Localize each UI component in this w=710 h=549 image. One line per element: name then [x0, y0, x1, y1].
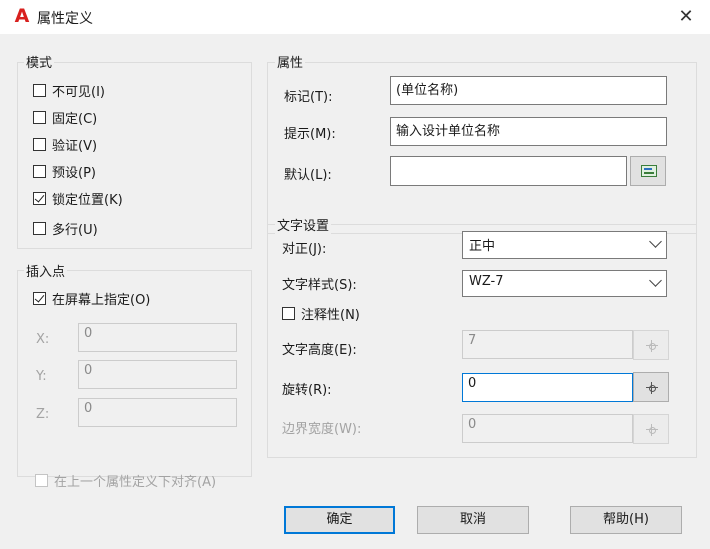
align-below-checkbox[interactable]: 在上一个属性定义下对齐(A)	[35, 470, 216, 490]
boundary-width-label: 边界宽度(W):	[282, 422, 362, 437]
ok-button[interactable]: 确定	[284, 506, 395, 534]
crosshair-pick-icon	[646, 382, 658, 394]
attribute-group-title: 属性	[275, 52, 306, 71]
rotation-label: 旋转(R):	[282, 383, 332, 398]
text-height-input[interactable]: 7	[462, 330, 633, 359]
invisible-checkbox[interactable]: 不可见(I)	[33, 80, 105, 100]
pick-boundary-button[interactable]	[633, 414, 669, 444]
verify-checkbox[interactable]: 验证(V)	[33, 134, 97, 154]
y-label: Y:	[36, 369, 47, 384]
default-label: 默认(L):	[284, 168, 332, 183]
checkbox-box[interactable]	[33, 191, 46, 205]
text-style-value: WZ-7	[469, 274, 504, 289]
checkbox-box[interactable]	[282, 306, 295, 320]
checkbox-box[interactable]	[33, 83, 46, 97]
multiline-label: 多行(U)	[52, 222, 98, 238]
chevron-down-icon	[649, 274, 662, 287]
lock-position-label: 锁定位置(K)	[52, 192, 123, 208]
insert-field-button[interactable]	[630, 156, 666, 186]
text-height-label: 文字高度(E):	[282, 343, 357, 358]
prompt-label: 提示(M):	[284, 127, 336, 142]
close-button[interactable]: ✕	[670, 2, 702, 32]
constant-label: 固定(C)	[52, 111, 98, 127]
checkbox-box[interactable]	[33, 291, 46, 305]
window-title: 属性定义	[37, 11, 93, 27]
default-input[interactable]	[390, 156, 627, 186]
constant-checkbox[interactable]: 固定(C)	[33, 107, 97, 127]
boundary-width-input[interactable]: 0	[462, 414, 633, 443]
tag-label: 标记(T):	[284, 90, 333, 105]
annotative-checkbox[interactable]: 注释性(N)	[282, 303, 360, 323]
justify-select[interactable]: 正中	[462, 231, 667, 259]
insert-field-icon	[641, 165, 657, 177]
checkbox-box[interactable]	[33, 110, 46, 124]
autocad-logo-icon: A	[14, 5, 30, 27]
checkbox-box[interactable]	[35, 473, 48, 487]
help-button[interactable]: 帮助(H)	[570, 506, 682, 534]
lock-position-checkbox[interactable]: 锁定位置(K)	[33, 188, 123, 208]
crosshair-pick-icon	[646, 340, 658, 352]
z-label: Z:	[36, 407, 50, 422]
text-style-label: 文字样式(S):	[282, 278, 357, 293]
pick-height-button[interactable]	[633, 330, 669, 360]
checkbox-box[interactable]	[33, 221, 46, 235]
specify-on-screen-label: 在屏幕上指定(O)	[52, 292, 151, 308]
prompt-input[interactable]: 输入设计单位名称	[390, 117, 667, 146]
x-input[interactable]: 0	[78, 323, 237, 352]
pick-rotation-button[interactable]	[633, 372, 669, 402]
align-below-label: 在上一个属性定义下对齐(A)	[54, 474, 217, 490]
justify-value: 正中	[469, 239, 496, 254]
text-style-select[interactable]: WZ-7	[462, 270, 667, 297]
preset-checkbox[interactable]: 预设(P)	[33, 161, 96, 181]
checkbox-box[interactable]	[33, 137, 46, 151]
preset-label: 预设(P)	[52, 165, 96, 181]
x-label: X:	[36, 332, 50, 347]
invisible-label: 不可见(I)	[52, 84, 105, 100]
annotative-label: 注释性(N)	[301, 307, 360, 323]
rotation-input[interactable]: 0	[462, 373, 633, 402]
multiline-checkbox[interactable]: 多行(U)	[33, 218, 98, 238]
tag-input[interactable]: (单位名称)	[390, 76, 667, 105]
mode-group-title: 模式	[24, 52, 55, 71]
verify-label: 验证(V)	[52, 138, 98, 154]
justify-label: 对正(J):	[282, 242, 327, 257]
text-settings-group-title: 文字设置	[275, 215, 332, 234]
title-bar: A 属性定义 ✕	[0, 0, 710, 34]
insertion-point-group-title: 插入点	[24, 261, 68, 280]
y-input[interactable]: 0	[78, 360, 237, 389]
crosshair-pick-icon	[646, 424, 658, 436]
checkbox-box[interactable]	[33, 164, 46, 178]
dialog-body: 模式 不可见(I) 固定(C) 验证(V) 预设(P) 锁定位置(K) 多行(U…	[0, 34, 710, 549]
specify-on-screen-checkbox[interactable]: 在屏幕上指定(O)	[33, 288, 150, 308]
z-input[interactable]: 0	[78, 398, 237, 427]
chevron-down-icon	[649, 235, 662, 248]
cancel-button[interactable]: 取消	[417, 506, 529, 534]
